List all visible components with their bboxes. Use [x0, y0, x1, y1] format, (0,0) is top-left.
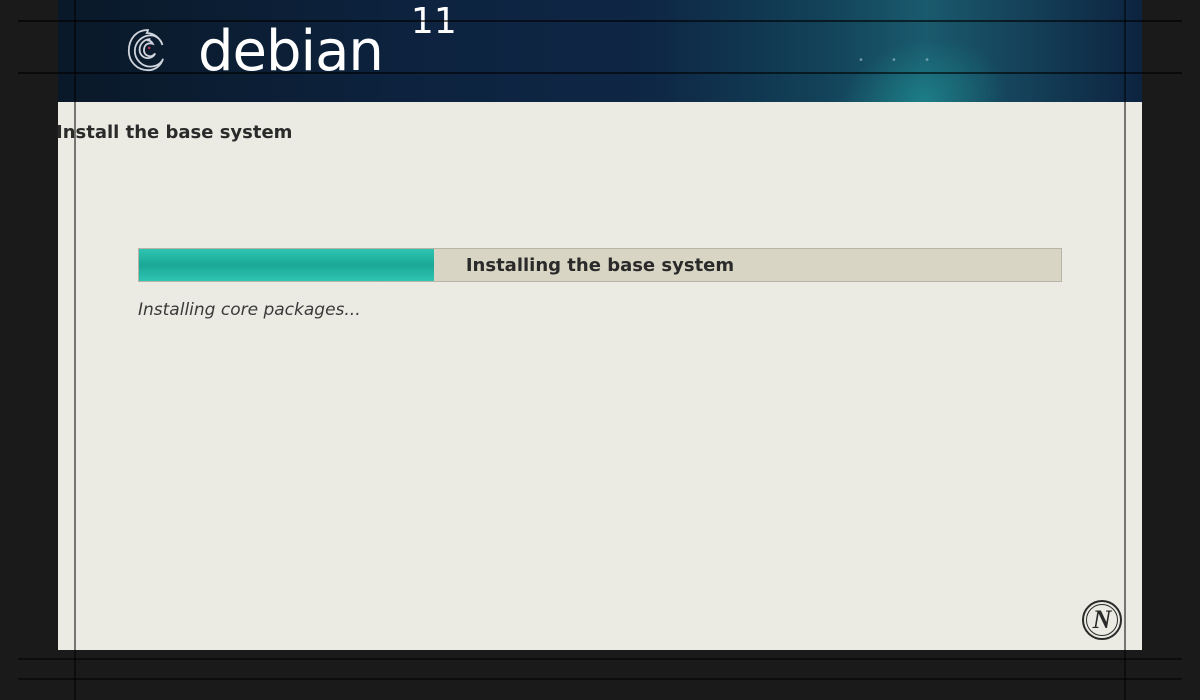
overlay-frame-line — [18, 678, 1182, 680]
overlay-frame-line — [74, 0, 76, 700]
watermark-glyph: N — [1093, 605, 1112, 635]
decorative-dots — [858, 55, 942, 66]
progress-bar: Installing the base system — [138, 248, 1062, 282]
watermark-badge: N — [1082, 600, 1122, 640]
step-title: Install the base system — [56, 102, 1142, 143]
outer-frame: debian 11 Install the base system Instal… — [18, 0, 1182, 700]
watermark-inner: N — [1086, 604, 1118, 636]
overlay-frame-line — [18, 72, 1182, 74]
overlay-frame-line — [18, 20, 1182, 22]
content-area: Install the base system Installing the b… — [58, 102, 1142, 650]
progress-section: Installing the base system Installing co… — [58, 248, 1142, 320]
overlay-frame-line — [1124, 0, 1126, 700]
installer-window: debian 11 Install the base system Instal… — [58, 0, 1142, 650]
progress-label: Installing the base system — [139, 255, 1061, 276]
overlay-frame-line — [18, 658, 1182, 660]
header-banner: debian 11 — [58, 0, 1142, 102]
status-text: Installing core packages... — [138, 300, 1062, 320]
